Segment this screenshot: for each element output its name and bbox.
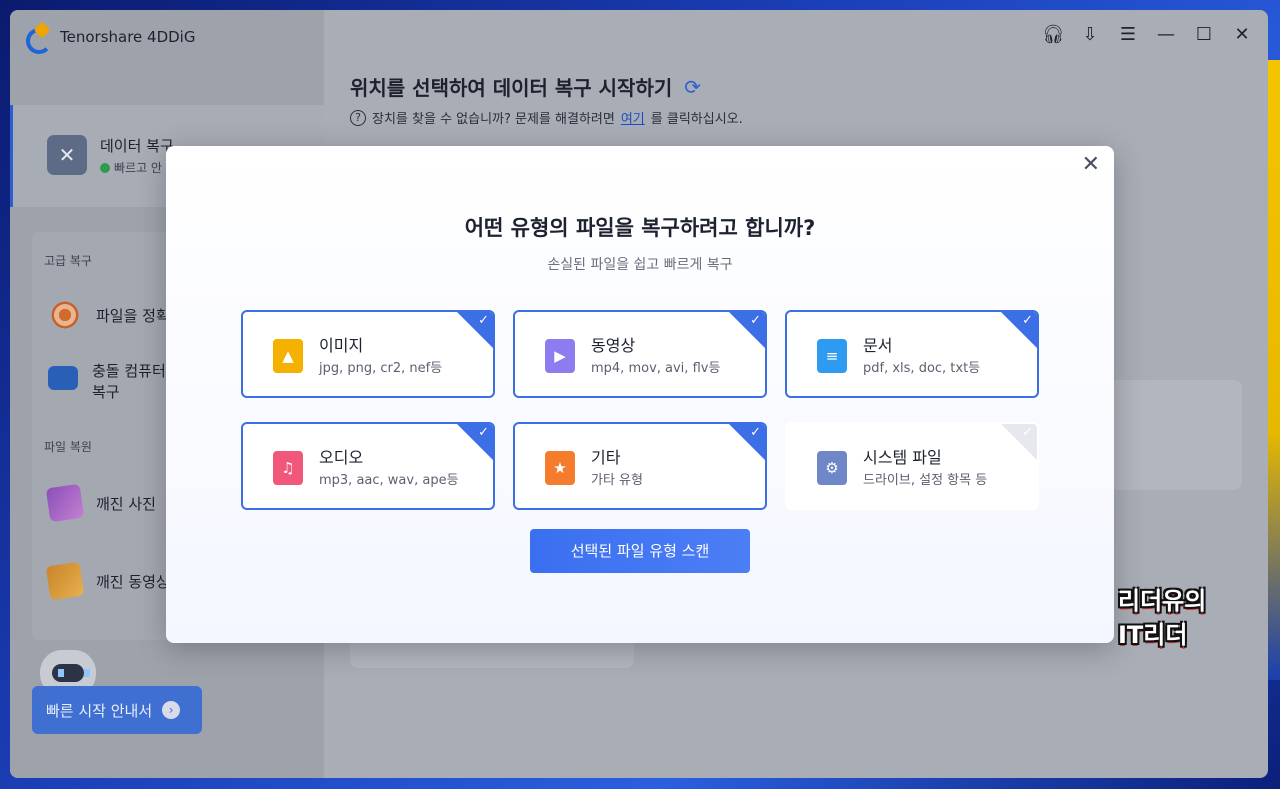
sidebar-item-sub: 빠르고 안 <box>100 159 162 176</box>
menu-icon[interactable]: ☰ <box>1118 24 1138 45</box>
file-type-card-other[interactable]: ✓ ★ 기타 가타 유형 <box>513 422 767 510</box>
refresh-icon[interactable]: ⟳ <box>684 75 701 99</box>
app-logo-icon <box>24 24 52 54</box>
watermark-logo: 리더유의 IT리더 <box>1118 584 1218 666</box>
minimize-icon[interactable]: — <box>1156 24 1176 45</box>
watermark-line2: IT리더 <box>1118 621 1188 649</box>
video-icon <box>45 561 85 601</box>
scan-selected-types-button[interactable]: 선택된 파일 유형 스캔 <box>530 529 750 573</box>
file-type-card-image[interactable]: ✓ ▲ 이미지 jpg, png, cr2, nef등 <box>241 310 495 398</box>
dialog-subtitle: 손실된 파일을 쉽고 빠르게 복구 <box>547 257 733 273</box>
dialog-close-icon[interactable]: ✕ <box>1082 152 1100 177</box>
file-type-card-video[interactable]: ✓ ▶ 동영상 mp4, mov, avi, flv등 <box>513 310 767 398</box>
sidebar-item-label-line2: 복구 <box>92 383 120 401</box>
star-file-icon: ★ <box>545 451 575 485</box>
quick-start-button[interactable]: 빠른 시작 안내서 › <box>32 686 202 734</box>
card-name: 시스템 파일 <box>863 448 942 467</box>
card-desc: pdf, xls, doc, txt등 <box>863 361 981 376</box>
help-line: ? 장치를 찾을 수 없습니까? 문제를 해결하려면 여기 를 클릭하십시오. <box>350 108 743 127</box>
sidebar-item-label: 충돌 컴퓨터 <box>92 362 166 380</box>
maximize-icon[interactable]: ☐ <box>1194 24 1214 45</box>
gear-file-icon: ⚙ <box>817 451 847 485</box>
check-icon: ✓ <box>1022 313 1033 328</box>
document-icon: ≡ <box>817 339 847 373</box>
card-name: 문서 <box>863 336 893 355</box>
check-icon: ✓ <box>478 313 489 328</box>
sidebar-item-crashed-computer[interactable]: 충돌 컴퓨터 복구 <box>48 360 166 402</box>
card-name: 이미지 <box>319 336 364 355</box>
file-type-dialog: ✕ 어떤 유형의 파일을 복구하려고 합니까? 손실된 파일을 쉽고 빠르게 복… <box>166 146 1114 643</box>
shield-check-icon <box>100 162 110 173</box>
help-link[interactable]: 여기 <box>621 108 645 127</box>
check-icon: ✓ <box>750 313 761 328</box>
sidebar-item-label: 깨진 동영상 <box>96 572 170 591</box>
card-desc: mp3, aac, wav, ape등 <box>319 473 459 488</box>
sidebar-item-broken-photo[interactable]: 깨진 사진 <box>45 483 156 523</box>
card-desc: mp4, mov, avi, flv등 <box>591 361 721 376</box>
card-name: 기타 <box>591 448 621 467</box>
window-controls: 🎧︎ ⇩ ☰ — ☐ ✕ <box>1042 24 1252 45</box>
card-name: 오디오 <box>319 448 364 467</box>
headset-icon[interactable]: 🎧︎ <box>1042 24 1065 45</box>
tools-drive-icon: ✕ <box>47 135 87 175</box>
page-title-text: 위치를 선택하여 데이터 복구 시작하기 <box>350 76 673 100</box>
sidebar-item-label: 깨진 사진 <box>96 494 156 513</box>
sidebar-item-broken-video[interactable]: 깨진 동영상 <box>45 561 170 601</box>
section-label-advanced: 고급 복구 <box>44 254 92 268</box>
watermark-line1: 리더유의 <box>1118 587 1207 615</box>
audio-icon: ♫ <box>273 451 303 485</box>
card-desc: 가타 유형 <box>591 473 643 488</box>
sidebar-item-label-wrap: 충돌 컴퓨터 복구 <box>92 360 166 402</box>
file-type-card-document[interactable]: ✓ ≡ 문서 pdf, xls, doc, txt등 <box>785 310 1039 398</box>
help-prefix: 장치를 찾을 수 없습니까? 문제를 해결하려면 <box>372 112 615 127</box>
card-desc: 드라이브, 설정 항목 등 <box>863 473 988 488</box>
help-suffix: 를 클릭하십시오. <box>650 112 743 127</box>
sidebar-item-label: 데이터 복구 <box>100 137 174 155</box>
sidebar-item-sub-text: 빠르고 안 <box>114 161 162 175</box>
target-icon <box>48 298 82 332</box>
file-type-card-audio[interactable]: ✓ ♫ 오디오 mp3, aac, wav, ape등 <box>241 422 495 510</box>
video-file-icon: ▶ <box>545 339 575 373</box>
image-icon: ▲ <box>273 339 303 373</box>
download-icon[interactable]: ⇩ <box>1080 24 1100 45</box>
quick-start-label: 빠른 시작 안내서 <box>46 701 153 720</box>
card-desc: jpg, png, cr2, nef등 <box>319 361 443 376</box>
check-icon: ✓ <box>478 425 489 440</box>
app-name: Tenorshare 4DDiG <box>60 28 196 46</box>
computer-icon <box>48 366 78 390</box>
section-label-file: 파일 복원 <box>44 440 92 454</box>
background-card <box>1110 380 1242 490</box>
photo-icon <box>45 483 85 523</box>
sidebar-item-precise-file[interactable]: 파일을 정확 <box>48 298 170 332</box>
check-icon: ✓ <box>750 425 761 440</box>
arrow-right-icon: › <box>162 701 181 719</box>
file-type-card-system[interactable]: ✓ ⚙ 시스템 파일 드라이브, 설정 항목 등 <box>785 422 1039 510</box>
card-name: 동영상 <box>591 336 636 355</box>
brand: Tenorshare 4DDiG <box>24 24 196 54</box>
question-icon: ? <box>350 109 366 126</box>
dialog-title: 어떤 유형의 파일을 복구하려고 합니까? <box>464 216 816 240</box>
sidebar-item-label: 파일을 정확 <box>96 306 170 325</box>
check-icon: ✓ <box>1022 425 1033 440</box>
page-title: 위치를 선택하여 데이터 복구 시작하기 ⟳ <box>350 72 701 101</box>
close-icon[interactable]: ✕ <box>1232 24 1252 45</box>
